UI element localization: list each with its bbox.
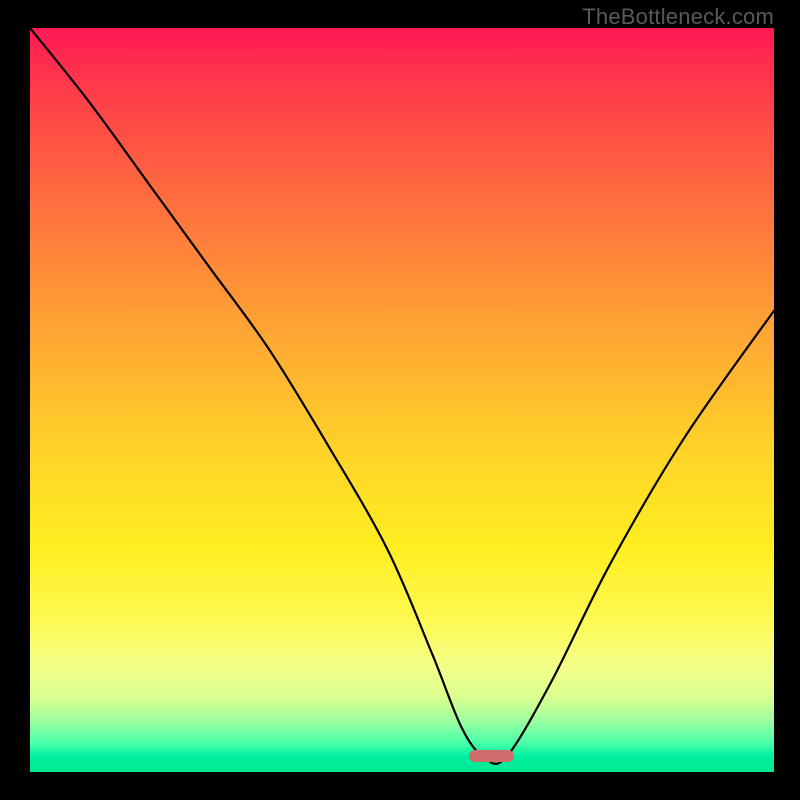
chart-container: TheBottleneck.com [0,0,800,800]
watermark-text: TheBottleneck.com [582,4,774,30]
optimum-marker [469,750,514,762]
bottleneck-curve [30,28,774,772]
plot-area [30,28,774,772]
